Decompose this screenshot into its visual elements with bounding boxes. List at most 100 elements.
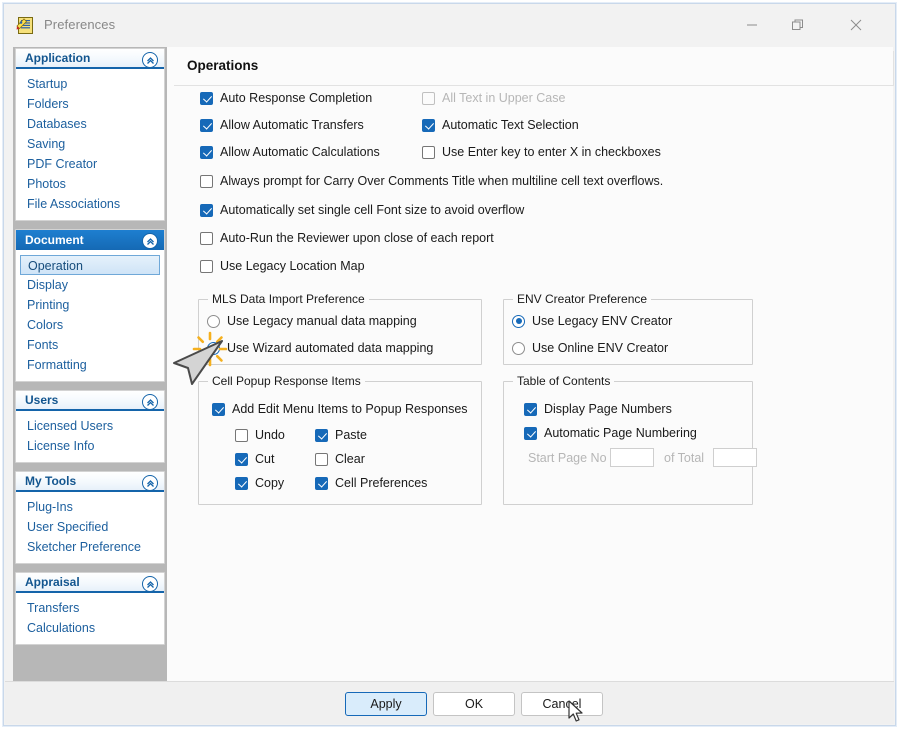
- sidebar-item-startup[interactable]: Startup: [16, 74, 164, 94]
- nav-header-application[interactable]: Application: [16, 49, 164, 69]
- radio-label: Use Wizard automated data mapping: [227, 341, 434, 355]
- sidebar-item-user-specified[interactable]: User Specified: [16, 517, 164, 537]
- checkbox-allow-automatic-calculations[interactable]: Allow Automatic Calculations: [200, 145, 380, 159]
- sidebar-item-formatting[interactable]: Formatting: [16, 355, 164, 375]
- sidebar-item-databases[interactable]: Databases: [16, 114, 164, 134]
- sidebar-item-pdf-creator[interactable]: PDF Creator: [16, 154, 164, 174]
- checkbox-label: Copy: [255, 476, 285, 490]
- checkbox-indicator: [200, 91, 213, 105]
- checkbox-indicator: [315, 476, 328, 490]
- sidebar-item-colors[interactable]: Colors: [16, 315, 164, 335]
- checkbox-indicator: [200, 231, 213, 245]
- checkbox-cell-preferences[interactable]: Cell Preferences: [315, 476, 427, 490]
- nav-header-label: Document: [25, 233, 84, 247]
- radio-use-legacy-env-creator[interactable]: Use Legacy ENV Creator: [512, 314, 672, 328]
- nav-header-label: Appraisal: [25, 575, 80, 589]
- checkbox-use-enter-key[interactable]: Use Enter key to enter X in checkboxes: [422, 145, 661, 159]
- sidebar-item-transfers[interactable]: Transfers: [16, 598, 164, 618]
- groupbox-cell-popup-response-items: Cell Popup Response Items Add Edit Menu …: [198, 374, 482, 505]
- checkbox-indicator: [422, 145, 435, 159]
- checkbox-all-text-upper-case[interactable]: All Text in Upper Case: [422, 91, 565, 105]
- title-bar: Preferences: [4, 4, 895, 47]
- sidebar-item-sketcher-preference[interactable]: Sketcher Preference: [16, 537, 164, 557]
- checkbox-auto-run-reviewer[interactable]: Auto-Run the Reviewer upon close of each…: [200, 231, 494, 245]
- checkbox-allow-automatic-transfers[interactable]: Allow Automatic Transfers: [200, 118, 364, 132]
- checkbox-label: Use Legacy Location Map: [220, 259, 365, 273]
- sidebar-item-operation[interactable]: Operation: [20, 255, 160, 275]
- groupbox-mls-data-import: MLS Data Import Preference Use Legacy ma…: [198, 292, 482, 365]
- checkbox-indicator: [212, 402, 225, 416]
- checkbox-label: All Text in Upper Case: [442, 91, 566, 105]
- nav-group-document: Document Operation Display Printing Colo…: [15, 229, 165, 382]
- checkbox-label: Clear: [335, 452, 365, 466]
- chevron-up-icon[interactable]: [142, 394, 158, 410]
- chevron-up-icon[interactable]: [142, 52, 158, 68]
- groupbox-title: ENV Creator Preference: [513, 292, 652, 306]
- checkbox-label: Undo: [255, 428, 285, 442]
- checkbox-clear[interactable]: Clear: [315, 452, 365, 466]
- checkbox-label: Automatically set single cell Font size …: [220, 203, 525, 217]
- of-total-input[interactable]: [713, 448, 757, 467]
- sidebar-item-calculations[interactable]: Calculations: [16, 618, 164, 638]
- chevron-up-icon[interactable]: [142, 475, 158, 491]
- checkbox-auto-response-completion[interactable]: Auto Response Completion: [200, 91, 372, 105]
- checkbox-indicator: [422, 91, 435, 105]
- radio-indicator: [207, 341, 220, 355]
- ok-button[interactable]: OK: [433, 692, 515, 716]
- sidebar-item-photos[interactable]: Photos: [16, 174, 164, 194]
- sidebar-item-license-info[interactable]: License Info: [16, 436, 164, 456]
- checkbox-indicator: [422, 118, 435, 132]
- apply-button[interactable]: Apply: [345, 692, 427, 716]
- radio-use-online-env-creator[interactable]: Use Online ENV Creator: [512, 341, 668, 355]
- sidebar-item-saving[interactable]: Saving: [16, 134, 164, 154]
- sidebar-item-fonts[interactable]: Fonts: [16, 335, 164, 355]
- nav-header-document[interactable]: Document: [16, 230, 164, 250]
- sidebar-item-licensed-users[interactable]: Licensed Users: [16, 416, 164, 436]
- chevron-up-icon[interactable]: [142, 576, 158, 592]
- radio-label: Use Legacy manual data mapping: [227, 314, 417, 328]
- sidebar-item-plug-ins[interactable]: Plug-Ins: [16, 497, 164, 517]
- preferences-window: Preferences Application Startup Folders …: [3, 3, 896, 726]
- nav-header-users[interactable]: Users: [16, 391, 164, 411]
- checkbox-label: Display Page Numbers: [544, 402, 672, 416]
- restore-icon[interactable]: [775, 4, 821, 46]
- start-page-no-label: Start Page No: [528, 451, 607, 465]
- checkbox-always-prompt-carry-over[interactable]: Always prompt for Carry Over Comments Ti…: [200, 174, 663, 188]
- checkbox-cut[interactable]: Cut: [235, 452, 274, 466]
- checkbox-paste[interactable]: Paste: [315, 428, 367, 442]
- checkbox-display-page-numbers[interactable]: Display Page Numbers: [524, 402, 672, 416]
- chevron-up-icon[interactable]: [142, 233, 158, 249]
- radio-use-legacy-manual-mapping[interactable]: Use Legacy manual data mapping: [207, 314, 417, 328]
- checkbox-auto-font-size[interactable]: Automatically set single cell Font size …: [200, 203, 524, 217]
- start-page-no-input[interactable]: [610, 448, 654, 467]
- sidebar-item-printing[interactable]: Printing: [16, 295, 164, 315]
- nav-group-my-tools: My Tools Plug-Ins User Specified Sketche…: [15, 471, 165, 564]
- sidebar-item-display[interactable]: Display: [16, 275, 164, 295]
- nav-items-appraisal: Transfers Calculations: [16, 593, 164, 644]
- checkbox-automatic-text-selection[interactable]: Automatic Text Selection: [422, 118, 579, 132]
- nav-header-label: Application: [25, 51, 91, 65]
- radio-label: Use Legacy ENV Creator: [532, 314, 673, 328]
- nav-header-appraisal[interactable]: Appraisal: [16, 573, 164, 593]
- checkbox-add-edit-menu-items[interactable]: Add Edit Menu Items to Popup Responses: [212, 402, 468, 416]
- nav-items-document: Operation Display Printing Colors Fonts …: [16, 250, 164, 381]
- checkbox-automatic-page-numbering[interactable]: Automatic Page Numbering: [524, 426, 697, 440]
- nav-items-users: Licensed Users License Info: [16, 411, 164, 462]
- page-title: Operations: [187, 58, 259, 73]
- checkbox-use-legacy-location-map[interactable]: Use Legacy Location Map: [200, 259, 365, 273]
- checkbox-indicator: [200, 145, 213, 159]
- checkbox-indicator: [200, 118, 213, 132]
- radio-indicator: [512, 314, 525, 328]
- minimize-icon[interactable]: [729, 4, 775, 46]
- nav-header-my-tools[interactable]: My Tools: [16, 472, 164, 492]
- checkbox-undo[interactable]: Undo: [235, 428, 285, 442]
- close-icon[interactable]: [833, 4, 879, 46]
- checkbox-copy[interactable]: Copy: [235, 476, 284, 490]
- groupbox-title: MLS Data Import Preference: [208, 292, 369, 306]
- sidebar-item-folders[interactable]: Folders: [16, 94, 164, 114]
- radio-use-wizard-automated-mapping[interactable]: Use Wizard automated data mapping: [207, 341, 433, 355]
- cancel-button[interactable]: Cancel: [521, 692, 603, 716]
- checkbox-indicator: [235, 476, 248, 490]
- checkbox-label: Paste: [335, 428, 367, 442]
- sidebar-item-file-associations[interactable]: File Associations: [16, 194, 164, 214]
